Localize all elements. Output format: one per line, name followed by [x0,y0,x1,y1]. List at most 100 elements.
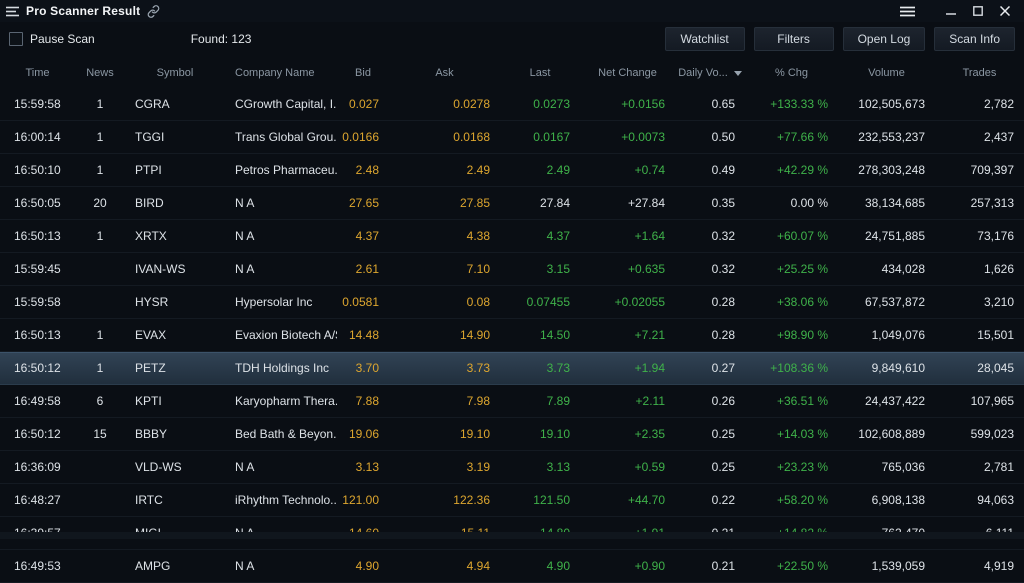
cell-news: 1 [75,120,125,154]
cell-trades: 94,063 [935,483,1024,517]
cell-pct-chg: +23.23 % [745,450,838,484]
cell-ask: 4.94 [389,549,500,583]
table-row-kpti[interactable]: 16:49:58 6 KPTI Karyopharm Thera... 7.88 7.98… [0,384,1024,418]
column-header-trades[interactable]: Trades [935,58,1024,88]
cell-time: 16:48:27 [0,483,75,517]
table-row-tggi[interactable]: 16:00:14 1 TGGI Trans Global Grou... 0.0166 0… [0,120,1024,154]
cell-last: 0.07455 [500,285,580,319]
table-row-hysr[interactable]: 15:59:58 HYSR Hypersolar Inc 0.0581 0.08 0.07… [0,285,1024,319]
cell-daily-vol: 0.32 [675,252,745,286]
cell-last: 2.49 [500,153,580,187]
open-log-button[interactable]: Open Log [842,27,926,51]
cell-time: 16:50:12 [0,417,75,451]
cell-bid: 0.027 [337,88,389,121]
pause-scan-label: Pause Scan [30,32,95,46]
cell-time: 16:50:13 [0,318,75,352]
scanner-results-table: Time News Symbol Company Name Bid Ask Last Net … [0,58,1024,583]
maximize-button[interactable] [964,1,991,21]
table-row-ptpi[interactable]: 16:50:10 1 PTPI Petros Pharmaceu... 2.48 2.49… [0,153,1024,187]
cell-symbol: BIRD [125,186,225,220]
table-row-bbby[interactable]: 16:50:12 15 BBBY Bed Bath & Beyon... 19.06 19… [0,417,1024,451]
column-header-symbol[interactable]: Symbol [125,58,225,88]
column-header-time[interactable]: Time [0,58,75,88]
cell-trades: 15,501 [935,318,1024,352]
horizontal-scrollbar[interactable] [0,532,1024,539]
cell-time: 16:50:12 [0,351,75,385]
cell-company-name: N A [225,186,337,220]
filters-button[interactable]: Filters [753,27,834,51]
column-header-label: Bid [355,67,371,79]
cell-time: 16:49:58 [0,384,75,418]
cell-net-change: +7.21 [580,318,675,352]
cell-ask: 14.90 [389,318,500,352]
column-header-last[interactable]: Last [500,58,580,88]
table-row-bird[interactable]: 16:50:05 20 BIRD N A 27.65 27.85 27.84 +27.84 0.… [0,186,1024,220]
column-header-bid[interactable]: Bid [337,58,389,88]
cell-volume: 67,537,872 [838,285,935,319]
cell-time: 15:59:58 [0,88,75,121]
cell-ask: 0.0168 [389,120,500,154]
cell-ask: 0.08 [389,285,500,319]
column-header-ask[interactable]: Ask [389,58,500,88]
cell-news [75,483,125,517]
cell-ask: 2.49 [389,153,500,187]
table-row-irtc[interactable]: 16:48:27 IRTC iRhythm Technolo... 121.00 122… [0,483,1024,517]
column-header-chg[interactable]: % Chg [745,58,838,88]
column-header-company-name[interactable]: Company Name [225,58,337,88]
cell-symbol: PETZ [125,351,225,385]
table-row-ivan-ws[interactable]: 15:59:45 IVAN-WS N A 2.61 7.10 3.15 +0.635 0.32… [0,252,1024,286]
scan-filter-icon [6,6,19,17]
column-header-volume[interactable]: Volume [838,58,935,88]
pause-scan-checkbox-group[interactable]: Pause Scan [9,32,95,46]
column-header-label: Time [25,67,50,79]
cell-net-change: +44.70 [580,483,675,517]
table-row-evax[interactable]: 16:50:13 1 EVAX Evaxion Biotech A/S 14.48 14.… [0,318,1024,352]
column-header-label: Daily Vo... [678,67,728,79]
cell-news: 1 [75,318,125,352]
cell-pct-chg: +38.06 % [745,285,838,319]
cell-last: 14.50 [500,318,580,352]
cell-news [75,285,125,319]
column-header-label: Company Name [235,67,315,79]
cell-net-change: +0.90 [580,549,675,583]
cell-company-name: TDH Holdings Inc [225,351,337,385]
link-icon[interactable] [147,4,160,18]
cell-ask: 122.36 [389,483,500,517]
cell-net-change: +1.64 [580,219,675,253]
pause-scan-checkbox[interactable] [9,32,23,46]
cell-net-change: +0.59 [580,450,675,484]
cell-daily-vol: 0.50 [675,120,745,154]
table-row-xrtx[interactable]: 16:50:13 1 XRTX N A 4.37 4.38 4.37 +1.64 0.32 +60… [0,219,1024,253]
cell-company-name: Bed Bath & Beyon... [225,417,337,451]
table-row-petz[interactable]: 16:50:12 1 PETZ TDH Holdings Inc 3.70 3.73 3.7… [0,351,1024,385]
watchlist-button[interactable]: Watchlist [664,27,745,51]
cell-last: 0.0273 [500,88,580,121]
cell-pct-chg: 0.00 % [745,186,838,220]
cell-news: 6 [75,384,125,418]
cell-trades: 257,313 [935,186,1024,220]
cell-pct-chg: +22.50 % [745,549,838,583]
cell-net-change: +0.02055 [580,285,675,319]
table-row-vld-ws[interactable]: 16:36:09 VLD-WS N A 3.13 3.19 3.13 +0.59 0.25 +2… [0,450,1024,484]
cell-time: 16:50:13 [0,219,75,253]
close-button[interactable] [991,1,1018,21]
cell-news: 1 [75,88,125,121]
table-row-ampg[interactable]: 16:49:53 AMPG N A 4.90 4.94 4.90 +0.90 0.21 +22.… [0,549,1024,583]
cell-pct-chg: +42.29 % [745,153,838,187]
cell-ask: 19.10 [389,417,500,451]
cell-ask: 0.0278 [389,88,500,121]
cell-time: 16:00:14 [0,120,75,154]
cell-pct-chg: +36.51 % [745,384,838,418]
cell-volume: 38,134,685 [838,186,935,220]
scan-info-button[interactable]: Scan Info [934,27,1015,51]
cell-last: 3.15 [500,252,580,286]
minimize-button[interactable] [937,1,964,21]
hamburger-menu-icon[interactable] [894,1,921,21]
column-header-net-change[interactable]: Net Change [580,58,675,88]
cell-last: 4.37 [500,219,580,253]
column-header-daily-vo[interactable]: Daily Vo... [675,58,745,88]
table-row-cgra[interactable]: 15:59:58 1 CGRA CGrowth Capital, I... 0.027 0… [0,88,1024,121]
cell-net-change: +0.0156 [580,88,675,121]
column-header-news[interactable]: News [75,58,125,88]
cell-trades: 1,626 [935,252,1024,286]
